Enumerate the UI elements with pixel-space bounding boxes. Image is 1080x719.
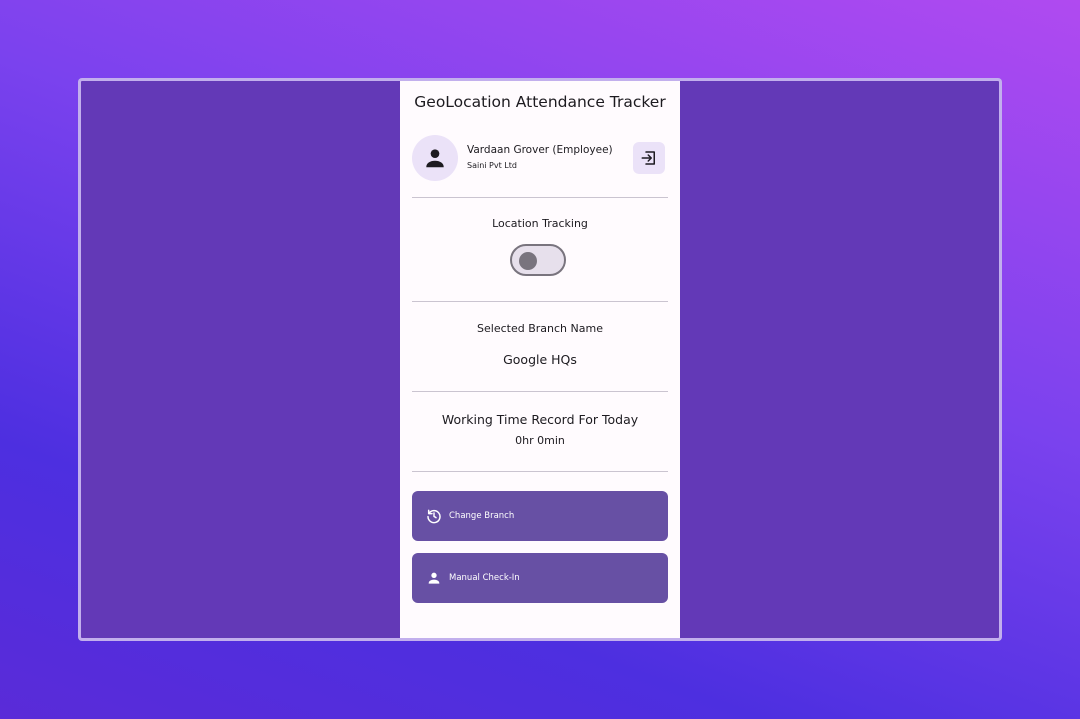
history-icon <box>426 508 442 524</box>
manual-checkin-label: Manual Check-In <box>449 573 520 583</box>
location-tracking-toggle[interactable] <box>510 244 566 276</box>
logout-icon <box>641 151 655 165</box>
logout-button[interactable] <box>633 142 665 174</box>
location-tracking-label: Location Tracking <box>492 217 588 230</box>
change-branch-label: Change Branch <box>449 511 515 521</box>
working-time-value: 0hr 0min <box>515 434 565 447</box>
branch-name: Google HQs <box>503 352 577 367</box>
app-screen: GeoLocation Attendance Tracker Vardaan G… <box>400 81 680 638</box>
user-company: Saini Pvt Ltd <box>467 161 517 170</box>
user-profile: Vardaan Grover (Employee) Saini Pvt Ltd <box>412 133 668 183</box>
divider <box>412 391 668 392</box>
divider <box>412 197 668 198</box>
person-icon <box>426 149 444 168</box>
person-icon <box>426 570 442 586</box>
branch-label: Selected Branch Name <box>477 322 603 335</box>
user-name: Vardaan Grover (Employee) <box>467 144 613 156</box>
browser-frame: GeoLocation Attendance Tracker Vardaan G… <box>78 78 1002 641</box>
divider <box>412 471 668 472</box>
toggle-knob <box>519 252 537 270</box>
app-title: GeoLocation Attendance Tracker <box>414 93 666 111</box>
avatar <box>412 135 458 181</box>
change-branch-button[interactable]: Change Branch <box>412 491 668 541</box>
divider <box>412 301 668 302</box>
manual-checkin-button[interactable]: Manual Check-In <box>412 553 668 603</box>
working-time-label: Working Time Record For Today <box>441 412 639 427</box>
